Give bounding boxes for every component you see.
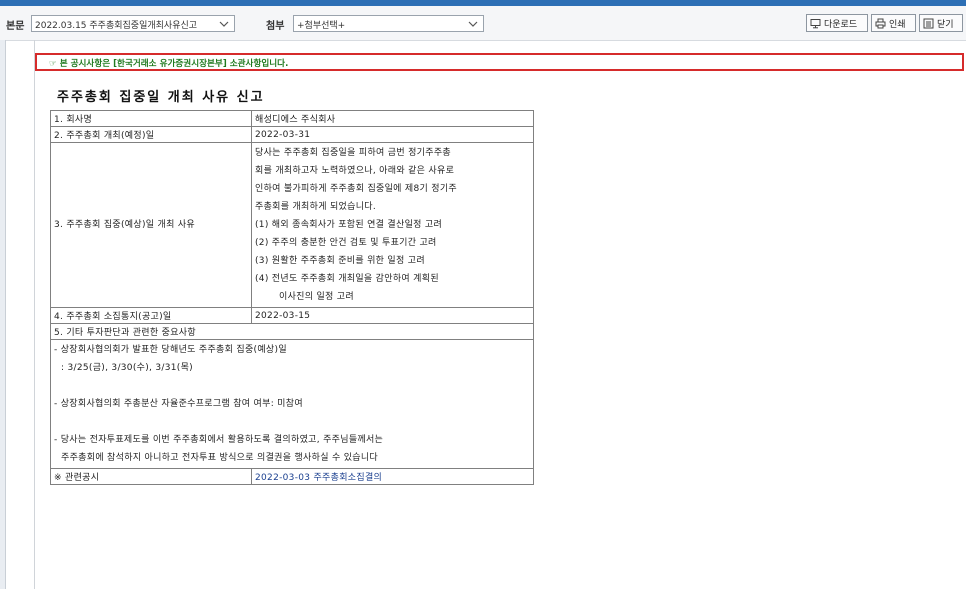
report-table: 1. 회사명 해성디에스 주식회사 2. 주주총회 개최(예정)일 2022-0… xyxy=(50,110,534,485)
attachment-select[interactable]: +첨부선택+ xyxy=(293,15,484,32)
body-document-select[interactable]: 2022.03.15 주주총회집중일개최사유신고 xyxy=(31,15,235,32)
reason-line: (2) 주주의 충분한 안건 검토 및 투표기간 고려 xyxy=(255,238,437,248)
body-label: 본문 xyxy=(6,21,25,32)
row-label-meeting-date: 2. 주주총회 개최(예정)일 xyxy=(50,126,252,143)
reason-line: 인하여 불가피하게 주주총회 집중일에 제8기 정기주 xyxy=(255,184,458,194)
body-document-select-value: 2022.03.15 주주총회집중일개최사유신고 xyxy=(35,21,198,31)
row-value-other: - 상장회사협의회가 발표한 당해년도 주주총회 집중(예상)일 : 3/25(… xyxy=(50,339,534,469)
row-label-reason: 3. 주주총회 집중(예상)일 개최 사유 xyxy=(50,142,252,308)
close-button[interactable]: 닫기 xyxy=(919,14,963,32)
reason-line: 이사진의 일정 고려 xyxy=(279,292,354,302)
table-row: 2. 주주총회 개최(예정)일 2022-03-31 xyxy=(50,126,534,143)
document-title: 주주총회 집중일 개최 사유 신고 xyxy=(57,90,265,105)
other-line: - 상장회사협의회 주총분산 자율준수프로그램 참여 여부: 미참여 xyxy=(54,399,303,409)
reason-line: (3) 원활한 주주총회 준비를 위한 일정 고려 xyxy=(255,256,425,266)
row-value-notice-date: 2022-03-15 xyxy=(251,307,534,324)
table-row: 1. 회사명 해성디에스 주식회사 xyxy=(50,110,534,127)
row-label-related: ※ 관련공시 xyxy=(50,468,252,485)
print-button[interactable]: 인쇄 xyxy=(871,14,916,32)
other-line: : 3/25(금), 3/30(수), 3/31(목) xyxy=(61,363,193,373)
row-label-notice-date: 4. 주주총회 소집통지(공고)일 xyxy=(50,307,252,324)
left-frame-edge xyxy=(0,40,6,589)
reason-line: 당사는 주주총회 집중일을 피하여 금번 정기주주총 xyxy=(255,148,451,158)
row-value-company: 해성디에스 주식회사 xyxy=(251,110,534,127)
attachment-select-value: +첨부선택+ xyxy=(297,21,346,31)
table-row: - 상장회사협의회가 발표한 당해년도 주주총회 집중(예상)일 : 3/25(… xyxy=(50,339,534,469)
table-row: 3. 주주총회 집중(예상)일 개최 사유 당사는 주주총회 집중일을 피하여 … xyxy=(50,142,534,308)
monitor-download-icon xyxy=(810,18,821,28)
reason-line: (4) 전년도 주주총회 개최일을 감안하여 계획된 xyxy=(255,274,439,284)
row-value-reason: 당사는 주주총회 집중일을 피하여 금번 정기주주총 회를 개최하고자 노력하였… xyxy=(251,142,534,308)
reason-line: 회를 개최하고자 노력하였으나, 아래와 같은 사유로 xyxy=(255,166,455,176)
table-row: 4. 주주총회 소집통지(공고)일 2022-03-15 xyxy=(50,307,534,324)
chevron-down-icon xyxy=(468,21,478,27)
attach-label: 첨부 xyxy=(266,21,285,32)
reason-line: 주총회를 개최하게 되었습니다. xyxy=(255,202,377,212)
close-window-icon xyxy=(923,18,934,28)
viewer-toolbar: 본문 2022.03.15 주주총회집중일개최사유신고 첨부 +첨부선택+ 다운… xyxy=(0,6,966,41)
other-line xyxy=(54,413,530,431)
table-row: 5. 기타 투자판단과 관련한 중요사항 xyxy=(50,323,534,340)
close-button-label: 닫기 xyxy=(937,19,954,30)
other-line: - 당사는 전자투표제도를 이번 주주총회에서 활용하도록 결의하였고, 주주님… xyxy=(54,435,384,445)
content-left-border xyxy=(34,40,35,589)
printer-icon xyxy=(875,18,886,28)
download-button[interactable]: 다운로드 xyxy=(806,14,868,32)
print-button-label: 인쇄 xyxy=(889,19,906,30)
other-line xyxy=(54,377,530,395)
row-value-meeting-date: 2022-03-31 xyxy=(251,126,534,143)
reason-line: (1) 해외 종속회사가 포함된 연결 결산일정 고려 xyxy=(255,220,443,230)
chevron-down-icon xyxy=(219,21,229,27)
row-label-other: 5. 기타 투자판단과 관련한 중요사항 xyxy=(50,323,534,340)
jurisdiction-notice: ☞ 본 공시사항은 [한국거래소 유가증권시장본부] 소관사항입니다. xyxy=(35,53,964,71)
other-line: - 상장회사협의회가 발표한 당해년도 주주총회 집중(예상)일 xyxy=(54,345,287,355)
row-label-company: 1. 회사명 xyxy=(50,110,252,127)
download-button-label: 다운로드 xyxy=(824,19,858,30)
table-row: ※ 관련공시 2022-03-03 주주총회소집결의 xyxy=(50,468,534,485)
other-line: 주주총회에 참석하지 아니하고 전자투표 방식으로 의결권을 행사하실 수 있습… xyxy=(61,453,379,463)
related-disclosure-link[interactable]: 2022-03-03 주주총회소집결의 xyxy=(251,468,534,485)
